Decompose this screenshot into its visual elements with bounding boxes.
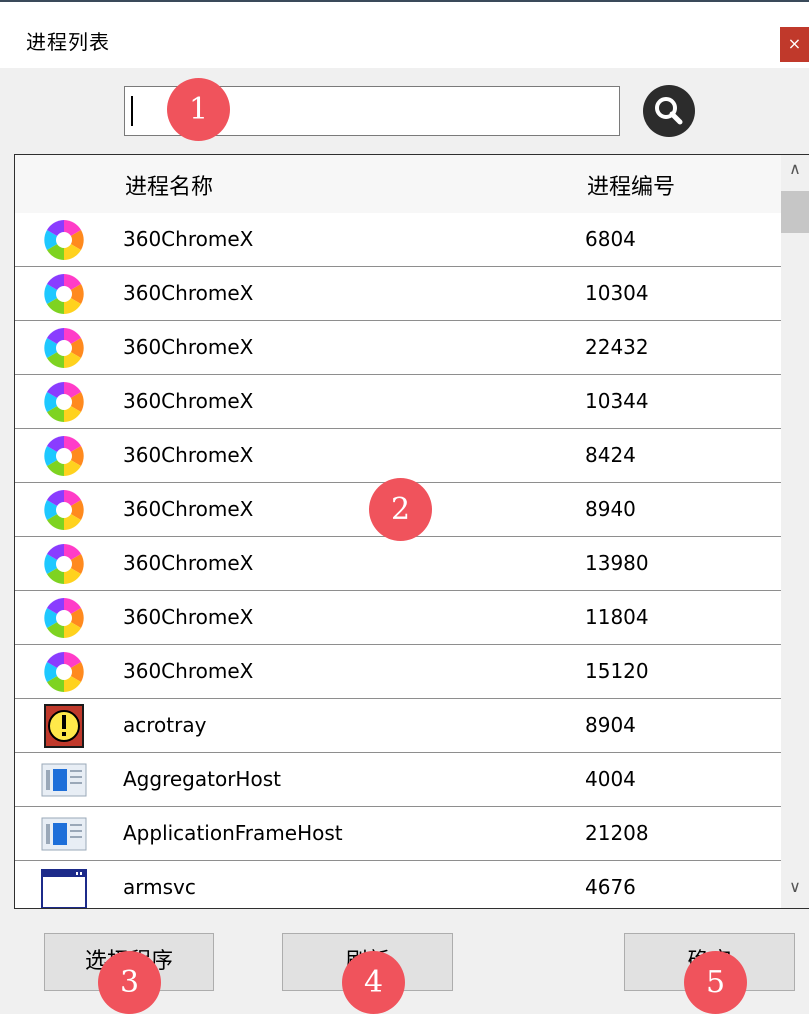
text-caret — [131, 96, 133, 126]
process-name: acrotray — [123, 713, 207, 737]
table-row[interactable]: 360ChromeX 10344 — [15, 375, 781, 429]
process-id: 10344 — [585, 389, 649, 413]
window-title: 进程列表 — [26, 30, 110, 54]
callout-marker-4: 4 — [342, 951, 405, 1014]
search-button[interactable] — [641, 84, 697, 138]
table-row[interactable]: 360ChromeX 6804 — [15, 213, 781, 267]
table-row[interactable]: 360ChromeX 13980 — [15, 537, 781, 591]
360chrome-icon — [38, 488, 90, 532]
process-name: 360ChromeX — [123, 335, 254, 359]
process-name: 360ChromeX — [123, 227, 254, 251]
window-icon — [38, 866, 90, 908]
360chrome-icon — [38, 542, 90, 586]
360chrome-icon — [38, 434, 90, 478]
process-id: 21208 — [585, 821, 649, 845]
process-id: 13980 — [585, 551, 649, 575]
close-button[interactable]: × — [780, 27, 809, 62]
app-window-icon — [38, 758, 90, 802]
360chrome-icon — [38, 272, 90, 316]
process-name: 360ChromeX — [123, 551, 254, 575]
process-name: armsvc — [123, 875, 196, 899]
callout-marker-2: 2 — [369, 478, 432, 541]
vertical-scrollbar[interactable]: ∧ ∨ — [781, 155, 809, 908]
360chrome-icon — [38, 326, 90, 370]
process-name: AggregatorHost — [123, 767, 281, 791]
process-id: 10304 — [585, 281, 649, 305]
process-name: 360ChromeX — [123, 497, 254, 521]
360chrome-icon — [38, 596, 90, 640]
table-row[interactable]: 360ChromeX 15120 — [15, 645, 781, 699]
process-id: 8904 — [585, 713, 636, 737]
table-row[interactable]: armsvc 4676 — [15, 861, 781, 908]
title-bar: 进程列表 × — [0, 2, 809, 68]
process-name: 360ChromeX — [123, 389, 254, 413]
process-id: 8940 — [585, 497, 636, 521]
callout-marker-1: 1 — [167, 78, 230, 141]
360chrome-icon — [38, 218, 90, 262]
process-name: 360ChromeX — [123, 605, 254, 629]
process-name: ApplicationFrameHost — [123, 821, 343, 845]
scroll-thumb[interactable] — [781, 191, 809, 233]
360chrome-icon — [38, 380, 90, 424]
table-row[interactable]: 360ChromeX 22432 — [15, 321, 781, 375]
table-row[interactable]: ApplicationFrameHost 21208 — [15, 807, 781, 861]
process-id: 8424 — [585, 443, 636, 467]
callout-marker-5: 5 — [684, 951, 747, 1014]
process-id: 6804 — [585, 227, 636, 251]
process-id: 11804 — [585, 605, 649, 629]
process-name: 360ChromeX — [123, 281, 254, 305]
acrotray-icon — [38, 704, 90, 748]
process-id: 4676 — [585, 875, 636, 899]
table-row[interactable]: 360ChromeX 8424 — [15, 429, 781, 483]
process-name: 360ChromeX — [123, 443, 254, 467]
process-id: 4004 — [585, 767, 636, 791]
search-icon — [643, 85, 695, 137]
process-id: 22432 — [585, 335, 649, 359]
scroll-down-icon[interactable]: ∨ — [781, 877, 809, 905]
column-header-name[interactable]: 进程名称 — [125, 169, 213, 201]
callout-marker-3: 3 — [98, 951, 161, 1014]
process-name: 360ChromeX — [123, 659, 254, 683]
column-header-pid[interactable]: 进程编号 — [587, 169, 675, 201]
table-row[interactable]: 360ChromeX 11804 — [15, 591, 781, 645]
table-body: 360ChromeX 6804 360ChromeX 10304 360ChromeX 2… — [15, 213, 781, 908]
table-row[interactable]: acrotray 8904 — [15, 699, 781, 753]
app-window-icon — [38, 812, 90, 856]
table-row[interactable]: 360ChromeX 10304 — [15, 267, 781, 321]
scroll-up-icon[interactable]: ∧ — [781, 159, 809, 187]
table-header: 进程名称 进程编号 — [15, 155, 781, 213]
360chrome-icon — [38, 650, 90, 694]
table-row[interactable]: AggregatorHost 4004 — [15, 753, 781, 807]
process-id: 15120 — [585, 659, 649, 683]
